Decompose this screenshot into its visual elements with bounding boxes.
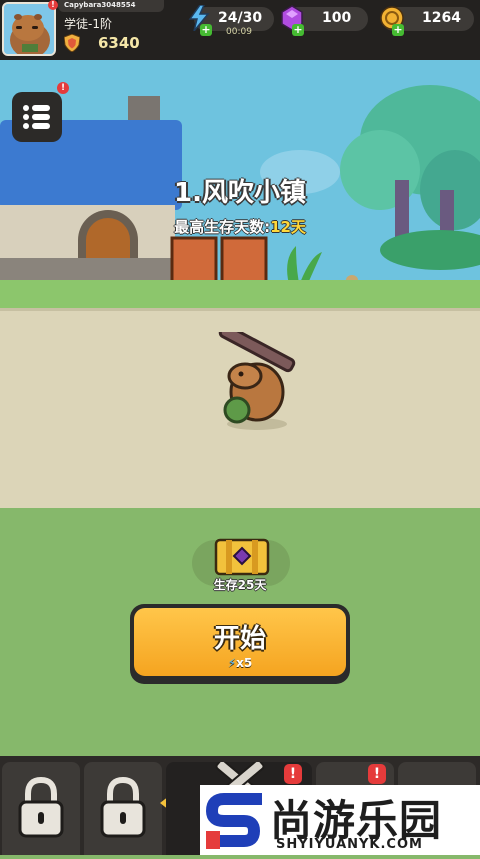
menu-button[interactable] xyxy=(12,92,62,142)
start-game-button[interactable]: 开始 ⚡x5 xyxy=(130,604,350,684)
nav-tab-locked-2[interactable] xyxy=(84,762,162,855)
watermark-logo-icon xyxy=(206,793,262,849)
gold-value: 1264 xyxy=(422,10,461,26)
best-days-label: 最高生存天数: xyxy=(174,218,271,236)
add-gems-button[interactable]: + xyxy=(292,24,304,36)
capybara-hero-sprite xyxy=(218,332,296,430)
player-rank: 学徒-1阶 xyxy=(64,17,112,31)
energy-timer: 00:09 xyxy=(226,27,252,37)
best-survival-days: 最高生存天数:12天 xyxy=(0,216,480,237)
nav-4-alert-badge: ! xyxy=(368,764,386,784)
start-cost-value: x5 xyxy=(236,656,253,670)
grass-strip xyxy=(0,280,480,310)
energy-value: 24/30 xyxy=(218,10,263,26)
nav-tab-locked-1[interactable] xyxy=(2,762,80,855)
padlock-icon xyxy=(18,776,64,838)
menu-alert-badge: ! xyxy=(57,82,69,94)
capybara-avatar-icon xyxy=(4,4,54,54)
best-days-value: 12天 xyxy=(270,218,306,236)
list-menu-icon xyxy=(23,105,50,129)
battle-alert-badge: ! xyxy=(284,764,302,784)
start-button-face: 开始 ⚡x5 xyxy=(134,608,346,676)
watermark-url: SHYIYUANYK.COM xyxy=(276,837,423,852)
start-button-label: 开始 xyxy=(213,624,266,654)
shield-power-icon xyxy=(64,34,80,52)
reward-chest-label: 生存25天 xyxy=(213,578,267,592)
power-value: 6340 xyxy=(98,34,140,52)
lightning-cost-icon: ⚡ xyxy=(227,656,237,670)
player-avatar[interactable] xyxy=(2,2,56,56)
add-gold-button[interactable]: + xyxy=(392,24,404,36)
watermark: 尚游乐园 SHYIYUANYK.COM xyxy=(200,785,480,855)
gem-value: 100 xyxy=(322,10,352,26)
add-energy-button[interactable]: + xyxy=(200,24,212,36)
player-alert-badge: ! xyxy=(48,0,58,10)
treasure-chest-icon[interactable] xyxy=(212,536,272,578)
stage-title: 1.风吹小镇 xyxy=(174,178,306,208)
padlock-icon xyxy=(100,776,146,838)
player-name: Capybara3048554 xyxy=(64,1,136,9)
start-energy-cost: ⚡x5 xyxy=(134,656,346,670)
